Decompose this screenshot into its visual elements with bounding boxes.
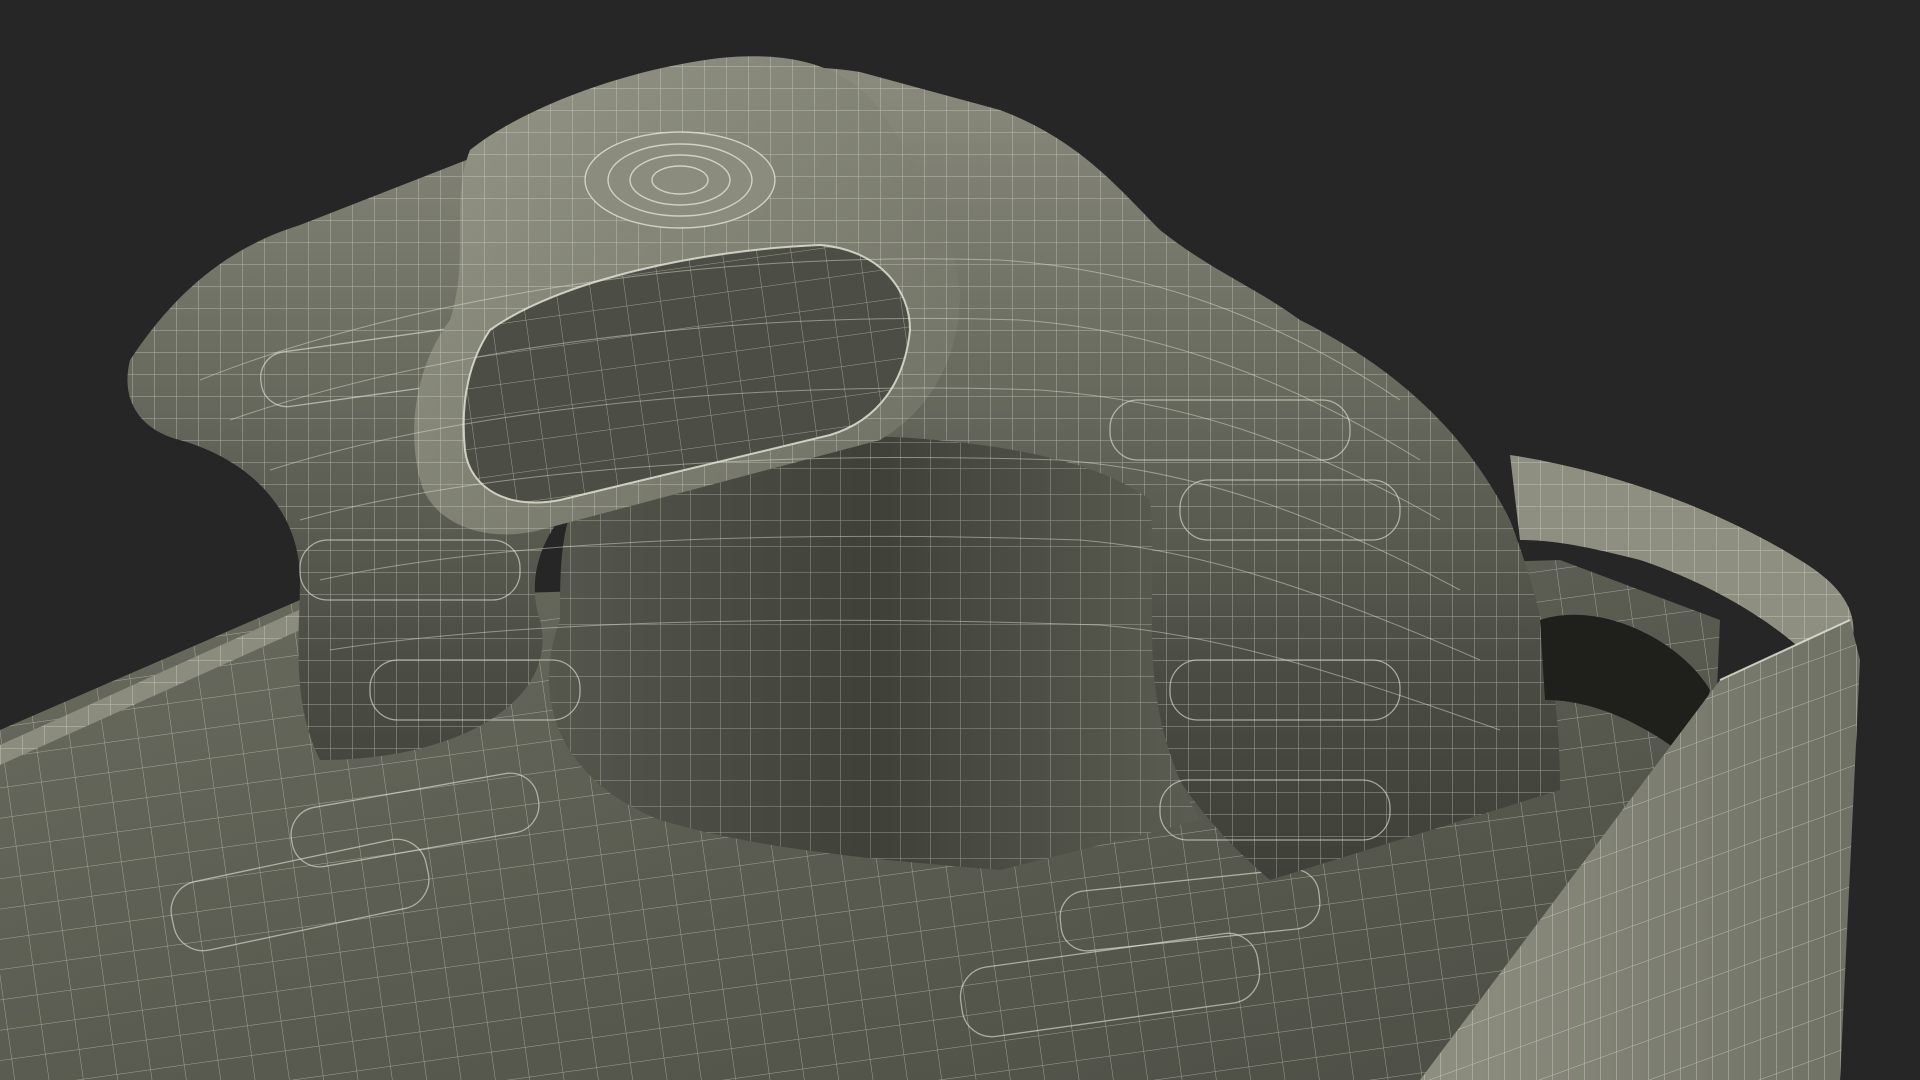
render-viewport	[0, 0, 1920, 1080]
rivet	[584, 131, 776, 229]
